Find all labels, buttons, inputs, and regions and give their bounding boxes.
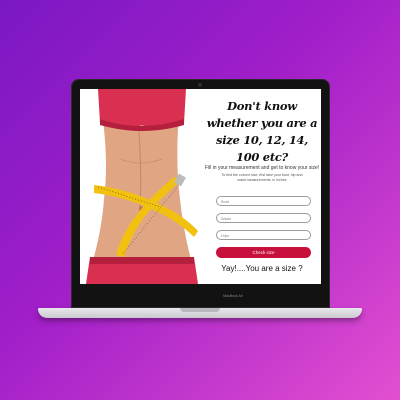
laptop-hinge-notch: [180, 308, 220, 312]
laptop-screen: Don't know whether you are a size 10, 12…: [80, 89, 321, 284]
laptop-mockup: Don't know whether you are a size 10, 12…: [38, 79, 362, 324]
check-size-button[interactable]: Check size: [216, 247, 311, 258]
bust-field[interactable]: [216, 196, 311, 206]
fitness-photo: [80, 89, 203, 284]
helper-text: To find the correct size, first take you…: [221, 173, 303, 182]
waist-field[interactable]: [216, 213, 311, 223]
page-heading: Don't know whether you are a size 10, 12…: [206, 99, 318, 164]
page-subheading: Fill in your measurement and get to know…: [204, 165, 320, 171]
laptop-base: [38, 308, 362, 318]
webcam-dot: [198, 83, 202, 87]
device-brand-label: MacBook Air: [223, 294, 243, 298]
result-text: Yay!....You are a size ?: [221, 264, 303, 273]
size-calculator-form: Don't know whether you are a size 10, 12…: [203, 89, 321, 284]
fitness-photo-graphic: [86, 89, 198, 284]
laptop-screen-bezel: Don't know whether you are a size 10, 12…: [71, 79, 330, 308]
hips-field[interactable]: [216, 230, 311, 240]
